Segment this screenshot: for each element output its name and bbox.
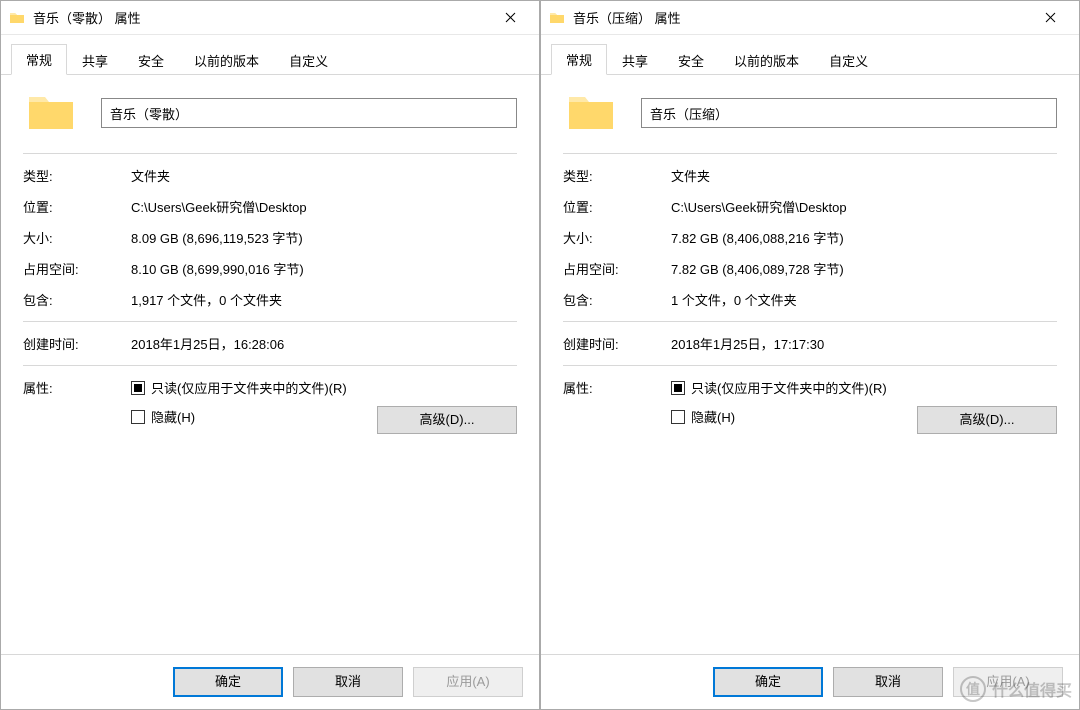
tab-previous[interactable]: 以前的版本: [719, 45, 814, 75]
value-size-on-disk: 8.10 GB (8,699,990,016 字节): [131, 259, 517, 278]
close-button[interactable]: [489, 4, 531, 32]
dialog-footer: 确定 取消 应用(A): [1, 654, 539, 709]
separator: [23, 365, 517, 366]
label-attributes: 属性:: [563, 378, 671, 397]
label-location: 位置:: [23, 197, 131, 216]
folder-icon: [23, 93, 79, 133]
value-size: 7.82 GB (8,406,088,216 字节): [671, 228, 1057, 247]
label-size: 大小:: [23, 228, 131, 247]
readonly-checkbox[interactable]: [671, 381, 685, 395]
label-size-on-disk: 占用空间:: [23, 259, 131, 278]
label-size: 大小:: [563, 228, 671, 247]
advanced-button[interactable]: 高级(D)...: [917, 406, 1057, 434]
titlebar[interactable]: 音乐（零散） 属性: [1, 1, 539, 35]
tabs: 常规 共享 安全 以前的版本 自定义: [1, 35, 539, 75]
value-contains: 1 个文件，0 个文件夹: [671, 290, 1057, 309]
label-size-on-disk: 占用空间:: [563, 259, 671, 278]
folder-icon: [563, 93, 619, 133]
folder-icon: [9, 10, 25, 26]
label-contains: 包含:: [23, 290, 131, 309]
separator: [563, 321, 1057, 322]
cancel-button[interactable]: 取消: [293, 667, 403, 697]
value-size: 8.09 GB (8,696,119,523 字节): [131, 228, 517, 247]
hidden-checkbox[interactable]: [671, 410, 685, 424]
tab-content: 类型:文件夹 位置:C:\Users\Geek研究僧\Desktop 大小:8.…: [1, 75, 539, 654]
value-location: C:\Users\Geek研究僧\Desktop: [131, 197, 517, 216]
tab-security[interactable]: 安全: [123, 45, 179, 75]
readonly-label: 只读(仅应用于文件夹中的文件)(R): [691, 378, 887, 397]
label-location: 位置:: [563, 197, 671, 216]
apply-button: 应用(A): [413, 667, 523, 697]
apply-button: 应用(A): [953, 667, 1063, 697]
cancel-button[interactable]: 取消: [833, 667, 943, 697]
tab-general[interactable]: 常规: [551, 44, 607, 75]
label-contains: 包含:: [563, 290, 671, 309]
tab-sharing[interactable]: 共享: [67, 45, 123, 75]
properties-dialog-right: 音乐（压缩） 属性 常规 共享 安全 以前的版本 自定义 类型:文件夹 位置:C…: [540, 0, 1080, 710]
readonly-checkbox[interactable]: [131, 381, 145, 395]
folder-icon: [549, 10, 565, 26]
separator: [23, 153, 517, 154]
folder-name-input[interactable]: [101, 98, 517, 128]
value-location: C:\Users\Geek研究僧\Desktop: [671, 197, 1057, 216]
ok-button[interactable]: 确定: [173, 667, 283, 697]
separator: [23, 321, 517, 322]
value-type: 文件夹: [131, 166, 517, 185]
dialog-footer: 确定 取消 应用(A): [541, 654, 1079, 709]
value-created: 2018年1月25日，16:28:06: [131, 334, 517, 353]
folder-name-input[interactable]: [641, 98, 1057, 128]
value-created: 2018年1月25日，17:17:30: [671, 334, 1057, 353]
tab-sharing[interactable]: 共享: [607, 45, 663, 75]
label-type: 类型:: [563, 166, 671, 185]
label-created: 创建时间:: [23, 334, 131, 353]
close-button[interactable]: [1029, 4, 1071, 32]
ok-button[interactable]: 确定: [713, 667, 823, 697]
separator: [563, 365, 1057, 366]
window-title: 音乐（零散） 属性: [33, 8, 489, 27]
advanced-button[interactable]: 高级(D)...: [377, 406, 517, 434]
window-title: 音乐（压缩） 属性: [573, 8, 1029, 27]
value-type: 文件夹: [671, 166, 1057, 185]
tab-content: 类型:文件夹 位置:C:\Users\Geek研究僧\Desktop 大小:7.…: [541, 75, 1079, 654]
label-attributes: 属性:: [23, 378, 131, 397]
tab-custom[interactable]: 自定义: [274, 45, 343, 75]
hidden-checkbox[interactable]: [131, 410, 145, 424]
readonly-label: 只读(仅应用于文件夹中的文件)(R): [151, 378, 347, 397]
separator: [563, 153, 1057, 154]
value-contains: 1,917 个文件，0 个文件夹: [131, 290, 517, 309]
label-type: 类型:: [23, 166, 131, 185]
hidden-label: 隐藏(H): [691, 407, 735, 426]
tab-general[interactable]: 常规: [11, 44, 67, 75]
tab-custom[interactable]: 自定义: [814, 45, 883, 75]
tab-security[interactable]: 安全: [663, 45, 719, 75]
tab-previous[interactable]: 以前的版本: [179, 45, 274, 75]
hidden-label: 隐藏(H): [151, 407, 195, 426]
label-created: 创建时间:: [563, 334, 671, 353]
value-size-on-disk: 7.82 GB (8,406,089,728 字节): [671, 259, 1057, 278]
properties-dialog-left: 音乐（零散） 属性 常规 共享 安全 以前的版本 自定义 类型:文件夹 位置:C…: [0, 0, 540, 710]
titlebar[interactable]: 音乐（压缩） 属性: [541, 1, 1079, 35]
tabs: 常规 共享 安全 以前的版本 自定义: [541, 35, 1079, 75]
